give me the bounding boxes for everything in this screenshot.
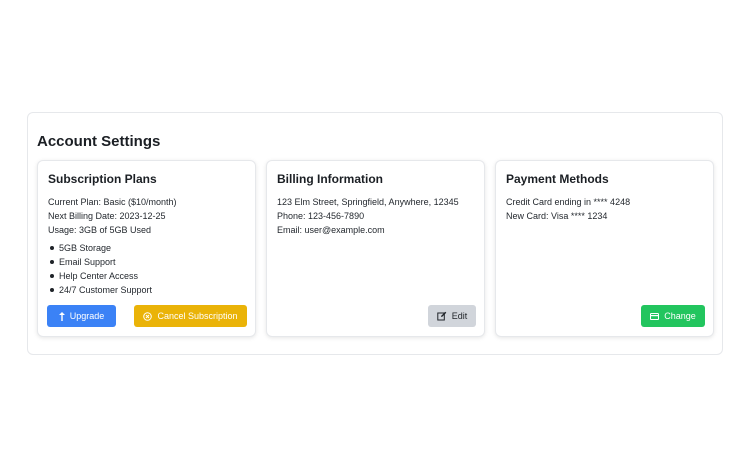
upgrade-label: Upgrade xyxy=(69,311,105,321)
phone-text: Phone: 123-456-7890 xyxy=(277,211,365,221)
billing-information-title: Billing Information xyxy=(277,172,383,186)
subscription-plans-title: Subscription Plans xyxy=(48,172,157,186)
subscription-details: Current Plan: Basic ($10/month) Next Bil… xyxy=(48,195,177,237)
list-item: 5GB Storage xyxy=(48,241,152,255)
x-circle-icon xyxy=(143,311,153,321)
page-title: Account Settings xyxy=(37,133,161,150)
next-billing-text: Next Billing Date: 2023-12-25 xyxy=(48,211,166,221)
account-settings-panel: Account Settings Subscription Plans Curr… xyxy=(27,112,723,355)
change-payment-button[interactable]: Change xyxy=(641,305,705,327)
list-item: 24/7 Customer Support xyxy=(48,283,152,297)
payment-methods-card: Payment Methods Credit Card ending in **… xyxy=(495,160,714,337)
payment-details: Credit Card ending in **** 4248 New Card… xyxy=(506,195,630,223)
arrow-up-icon xyxy=(58,311,65,321)
current-plan-text: Current Plan: Basic ($10/month) xyxy=(48,197,177,207)
new-card-text: New Card: Visa **** 1234 xyxy=(506,211,608,221)
usage-text: Usage: 3GB of 5GB Used xyxy=(48,225,152,235)
billing-details: 123 Elm Street, Springfield, Anywhere, 1… xyxy=(277,195,459,237)
upgrade-button[interactable]: Upgrade xyxy=(47,305,116,327)
payment-methods-title: Payment Methods xyxy=(506,172,609,186)
list-item: Email Support xyxy=(48,255,152,269)
list-item: Help Center Access xyxy=(48,269,152,283)
edit-billing-button[interactable]: Edit xyxy=(428,305,476,327)
feature-list: 5GB Storage Email Support Help Center Ac… xyxy=(48,241,152,297)
email-text: Email: user@example.com xyxy=(277,225,385,235)
address-text: 123 Elm Street, Springfield, Anywhere, 1… xyxy=(277,197,459,207)
credit-card-icon xyxy=(650,312,660,320)
cancel-subscription-label: Cancel Subscription xyxy=(157,311,238,321)
change-label: Change xyxy=(664,311,696,321)
cancel-subscription-button[interactable]: Cancel Subscription xyxy=(134,305,247,327)
edit-icon xyxy=(437,311,447,321)
billing-information-card: Billing Information 123 Elm Street, Spri… xyxy=(266,160,485,337)
edit-label: Edit xyxy=(451,311,468,321)
subscription-plans-card: Subscription Plans Current Plan: Basic (… xyxy=(37,160,256,337)
current-card-text: Credit Card ending in **** 4248 xyxy=(506,197,631,207)
